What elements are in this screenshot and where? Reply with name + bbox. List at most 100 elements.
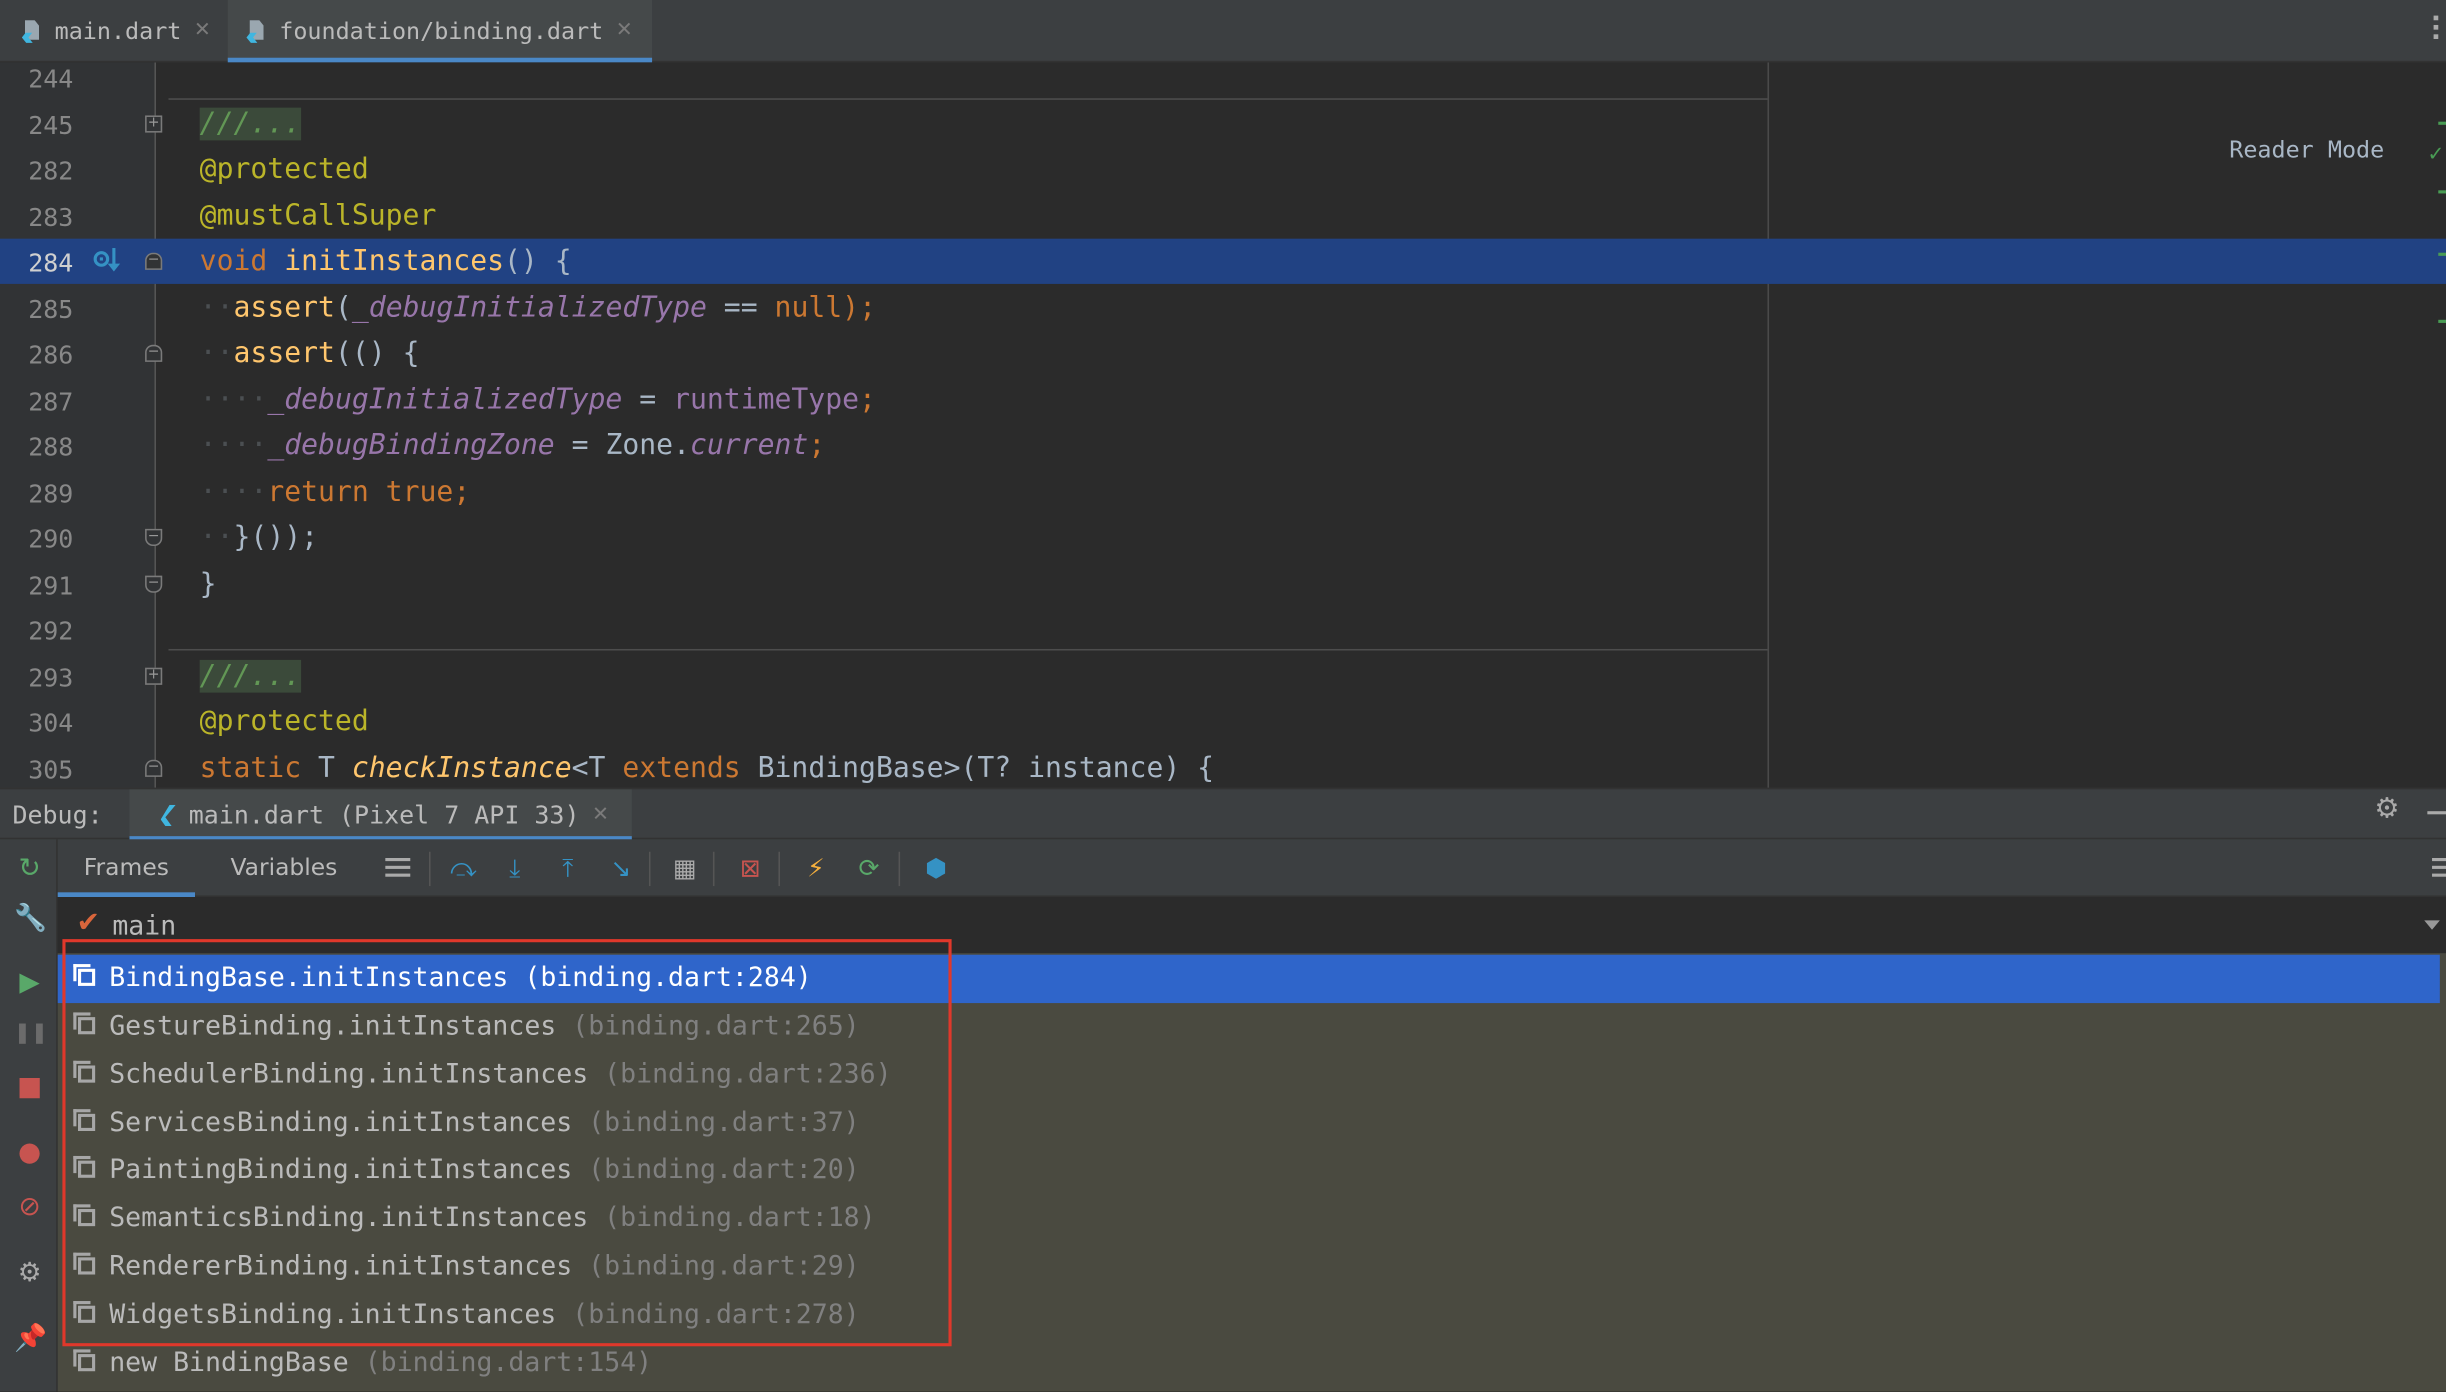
frame-item[interactable]: ServicesBinding.initInstances (binding.d… — [58, 1100, 2440, 1148]
menu-icon[interactable] — [385, 857, 411, 877]
keyword-token: static — [199, 751, 302, 785]
fold-collapse-icon[interactable]: − — [145, 252, 163, 270]
step-into-icon[interactable]: ⤓ — [499, 853, 530, 884]
change-marker[interactable] — [2438, 319, 2446, 323]
mute-breakpoints-icon[interactable]: ⊘ — [14, 1192, 45, 1223]
line-number: 291 — [28, 570, 74, 601]
method-name-token: initInstances — [284, 244, 505, 278]
pin-icon[interactable]: 📌 — [14, 1323, 47, 1354]
change-marker[interactable] — [2438, 190, 2446, 194]
field-token: _debugInitializedType — [267, 383, 623, 417]
line-number: 288 — [28, 432, 74, 462]
field-token: _debugInitializedType — [351, 291, 707, 325]
fold-expand-icon[interactable]: + — [145, 115, 163, 133]
line-number: 244 — [28, 63, 74, 94]
reader-mode-toggle[interactable]: Reader Mode — [2229, 136, 2384, 164]
frame-item[interactable]: WidgetsBinding.initInstances (binding.da… — [58, 1292, 2440, 1340]
code-line: 305 − static T checkInstance<T extends B… — [0, 746, 2446, 788]
tab-frames[interactable]: Frames — [57, 839, 195, 897]
more-icon[interactable] — [2433, 15, 2440, 44]
frame-item[interactable]: SemanticsBinding.initInstances (binding.… — [58, 1195, 2440, 1243]
frame-item[interactable]: SchedulerBinding.initInstances (binding.… — [58, 1051, 2440, 1099]
debug-label: Debug: — [12, 800, 103, 830]
line-number: 304 — [28, 708, 74, 738]
line-number: 292 — [28, 616, 74, 646]
code-editor[interactable]: 244 245 + ///... 282 @protected 283 @mus… — [0, 62, 2446, 788]
method-name-token: checkInstance — [351, 751, 572, 785]
code-line: 282 @protected — [0, 147, 2446, 192]
stop-icon[interactable]: ■ — [14, 1072, 45, 1103]
tab-main-dart[interactable]: main.dart ✕ — [0, 0, 226, 61]
clear-breakpoints-icon[interactable]: ⊠ — [735, 853, 766, 884]
line-number: 282 — [28, 156, 74, 186]
stack-frame-icon — [73, 1155, 96, 1178]
fold-collapse-icon[interactable]: − — [145, 759, 163, 777]
tab-label: foundation/binding.dart — [279, 16, 604, 45]
frame-item[interactable]: GestureBinding.initInstances (binding.da… — [58, 1003, 2440, 1051]
flutter-inspector-icon[interactable]: ⬢ — [920, 853, 951, 884]
toolbar-separator — [778, 851, 780, 887]
frame-location: (binding.dart:20) — [588, 1154, 860, 1186]
change-marker[interactable] — [2438, 252, 2446, 256]
execution-point-icon[interactable] — [92, 248, 123, 276]
code-line: 286 − ··assert(() { — [0, 331, 2446, 376]
fold-collapse-icon[interactable]: − — [145, 344, 163, 362]
pause-icon[interactable]: ❚❚ — [14, 1019, 48, 1050]
hot-reload-icon[interactable]: ⚡ — [800, 853, 831, 884]
code-token: ( — [334, 291, 352, 325]
code-line: 293 + ///... — [0, 654, 2446, 699]
tab-binding-dart[interactable]: foundation/binding.dart ✕ — [227, 0, 653, 63]
layout-options-icon[interactable] — [2432, 857, 2446, 877]
folded-doc-comment[interactable]: ///... — [199, 107, 301, 141]
close-icon[interactable]: ✕ — [616, 19, 633, 42]
tab-variables[interactable]: Variables — [214, 839, 354, 895]
annotation-token: @protected — [199, 705, 369, 738]
debug-tool-window-header: Debug: main.dart (Pixel 7 API 33) ✕ — [0, 787, 2446, 841]
stack-frame-icon — [73, 1060, 96, 1083]
inspection-ok-icon[interactable]: ✓ — [2427, 144, 2444, 167]
chevron-down-icon[interactable] — [2424, 920, 2440, 930]
frame-item[interactable]: BindingBase.initInstances (binding.dart:… — [57, 954, 2440, 1004]
code-token: }()); — [233, 521, 319, 554]
folded-doc-comment[interactable]: ///... — [199, 659, 301, 693]
fold-end-icon[interactable]: − — [145, 528, 163, 546]
run-to-cursor-icon[interactable]: ↘ — [605, 853, 636, 884]
view-breakpoints-icon[interactable]: ● — [14, 1137, 45, 1168]
frame-method: SchedulerBinding.initInstances — [109, 1059, 589, 1091]
code-token: = — [622, 383, 674, 417]
frame-item[interactable]: PaintingBinding.initInstances (binding.d… — [58, 1147, 2440, 1195]
field-token: runtimeType — [673, 383, 860, 417]
code-line: 285 ··assert(_debugInitializedType == nu… — [0, 285, 2446, 330]
gear-icon[interactable]: ⚙ — [2374, 795, 2402, 824]
hot-restart-icon[interactable]: ⟳ — [853, 853, 884, 884]
toolbar-separator — [648, 851, 651, 887]
frame-item[interactable]: RendererBinding.initInstances (binding.d… — [58, 1243, 2440, 1291]
keyword-token: return — [267, 475, 369, 509]
tab-label: Frames — [83, 853, 169, 882]
wrench-icon[interactable]: 🔧 — [14, 903, 47, 934]
close-icon[interactable]: ✕ — [592, 803, 609, 826]
close-icon[interactable]: ✕ — [194, 19, 211, 42]
fold-end-icon[interactable]: − — [145, 575, 163, 593]
stack-frame-icon — [73, 1301, 96, 1323]
line-number: 283 — [28, 202, 74, 233]
frame-item[interactable]: new BindingBase (binding.dart:154) — [58, 1340, 2440, 1388]
minimize-icon[interactable] — [2427, 811, 2446, 815]
code-line: 245 + ///... — [0, 101, 2446, 146]
step-over-icon[interactable]: ⤼ — [448, 853, 479, 884]
debug-session-tab[interactable]: main.dart (Pixel 7 API 33) ✕ — [129, 789, 633, 841]
resume-icon[interactable]: ▶ — [14, 967, 45, 998]
evaluate-expression-icon[interactable]: ▦ — [669, 853, 700, 884]
tab-label: Variables — [230, 853, 338, 882]
session-label: main.dart (Pixel 7 API 33) — [188, 800, 580, 830]
code-token: Zone. — [605, 428, 690, 462]
fold-expand-icon[interactable]: + — [145, 667, 163, 685]
thread-selector[interactable]: ✔ main — [57, 896, 2446, 954]
change-marker[interactable] — [2438, 121, 2446, 125]
line-number: 286 — [28, 340, 74, 370]
code-line: 289 ····return true; — [0, 470, 2446, 515]
rerun-icon[interactable]: ↻ — [14, 853, 45, 884]
step-out-icon[interactable]: ⤒ — [552, 853, 583, 884]
frame-location: (binding.dart:284) — [524, 962, 812, 994]
settings-icon[interactable]: ⚙ — [14, 1257, 45, 1288]
